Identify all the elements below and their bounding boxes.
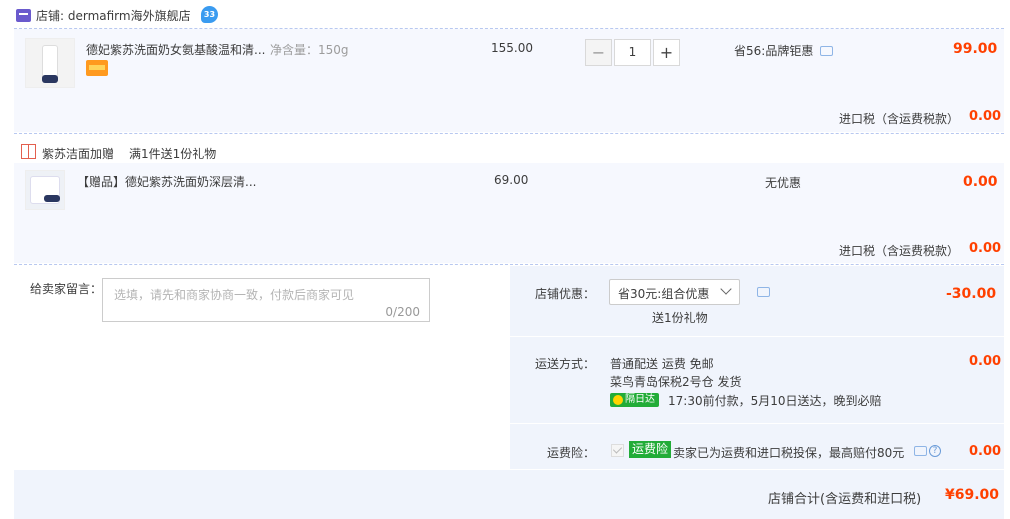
store-icon xyxy=(16,9,31,22)
insurance-text: 卖家已为运费和进口税投保，最高赔付80元 xyxy=(673,446,905,460)
increase-button[interactable]: + xyxy=(653,39,680,66)
item-title[interactable]: 德妃紫苏洗面奶女氨基酸温和清... xyxy=(86,41,265,58)
comment-icon[interactable] xyxy=(757,287,770,297)
store-discount-note: 送1份礼物 xyxy=(652,311,708,325)
help-icon[interactable]: ? xyxy=(929,445,941,457)
gift-tax-value: 0.00 xyxy=(969,241,1002,256)
message-label: 给卖家留言： xyxy=(30,282,103,296)
gift-total: 0.00 xyxy=(963,174,998,190)
gift-promo: 无优惠 xyxy=(765,176,802,190)
store-total-label: 店铺合计(含运费和进口税) xyxy=(768,492,922,507)
shipping-fee: 0.00 xyxy=(969,354,1002,369)
shipping-label: 运送方式： xyxy=(535,357,596,371)
tax-value: 0.00 xyxy=(969,109,1002,124)
message-textarea[interactable]: 选填，请先和商家协商一致，付款后商家可见 0/200 xyxy=(102,278,430,322)
wangwang-chat-icon[interactable]: 33 xyxy=(201,6,218,23)
store-discount-value: 省30元:组合优惠 xyxy=(618,287,710,301)
quantity-stepper: − 1 + xyxy=(585,39,680,66)
item-spec: 净含量：150g xyxy=(270,43,349,57)
insurance-checkbox[interactable] xyxy=(611,444,624,457)
shipping-warehouse: 菜鸟青岛保税2号仓 发货 xyxy=(610,375,742,389)
message-counter: 0/200 xyxy=(385,305,420,319)
divider xyxy=(510,423,1004,424)
divider xyxy=(14,133,1004,134)
quantity-input[interactable]: 1 xyxy=(614,39,651,66)
next-day-badge: 隔日达 xyxy=(610,393,659,407)
item-promo: 省56:品牌钜惠 xyxy=(734,44,814,58)
insurance-label: 运费险： xyxy=(547,446,596,460)
insurance-badge: 运费险 xyxy=(629,441,672,458)
comment-icon[interactable] xyxy=(914,446,927,456)
insurance-fee: 0.00 xyxy=(969,444,1002,459)
item-total: 99.00 xyxy=(953,41,998,57)
gift-title[interactable]: 【赠品】德妃紫苏洗面奶深层清... xyxy=(77,173,256,190)
chevron-down-icon xyxy=(720,283,732,295)
gift-unit-price: 69.00 xyxy=(494,173,529,187)
divider xyxy=(14,264,1004,265)
gift-thumbnail[interactable] xyxy=(25,170,65,210)
store-total-value: ¥69.00 xyxy=(945,487,1000,503)
divider xyxy=(510,336,1004,337)
shipping-method: 普通配送 运费 免邮 xyxy=(610,357,714,371)
product-thumbnail[interactable] xyxy=(25,38,75,88)
product-cap xyxy=(42,75,58,83)
gift-tax-label: 进口税（含运费税款） xyxy=(839,244,960,258)
unit-price: 155.00 xyxy=(491,41,533,55)
gift-group-rule: 满1件送1份礼物 xyxy=(129,147,217,161)
gift-cap xyxy=(44,195,60,202)
tax-label: 进口税（含运费税款） xyxy=(839,112,960,126)
gift-icon xyxy=(21,144,36,159)
card-icon xyxy=(86,60,108,76)
message-placeholder: 选填，请先和商家协商一致，付款后商家可见 xyxy=(114,288,355,302)
decrease-button[interactable]: − xyxy=(585,39,612,66)
shipping-eta: 17:30前付款，5月10日送达，晚到必赔 xyxy=(668,394,882,408)
store-name[interactable]: 店铺: dermafirm海外旗舰店 xyxy=(36,7,191,24)
gift-group-label: 紫苏洁面加赠 xyxy=(42,147,115,161)
store-discount-amount: -30.00 xyxy=(946,286,997,302)
store-discount-select[interactable]: 省30元:组合优惠 xyxy=(609,279,740,305)
comment-icon[interactable] xyxy=(820,46,833,56)
store-discount-label: 店铺优惠： xyxy=(535,287,596,301)
